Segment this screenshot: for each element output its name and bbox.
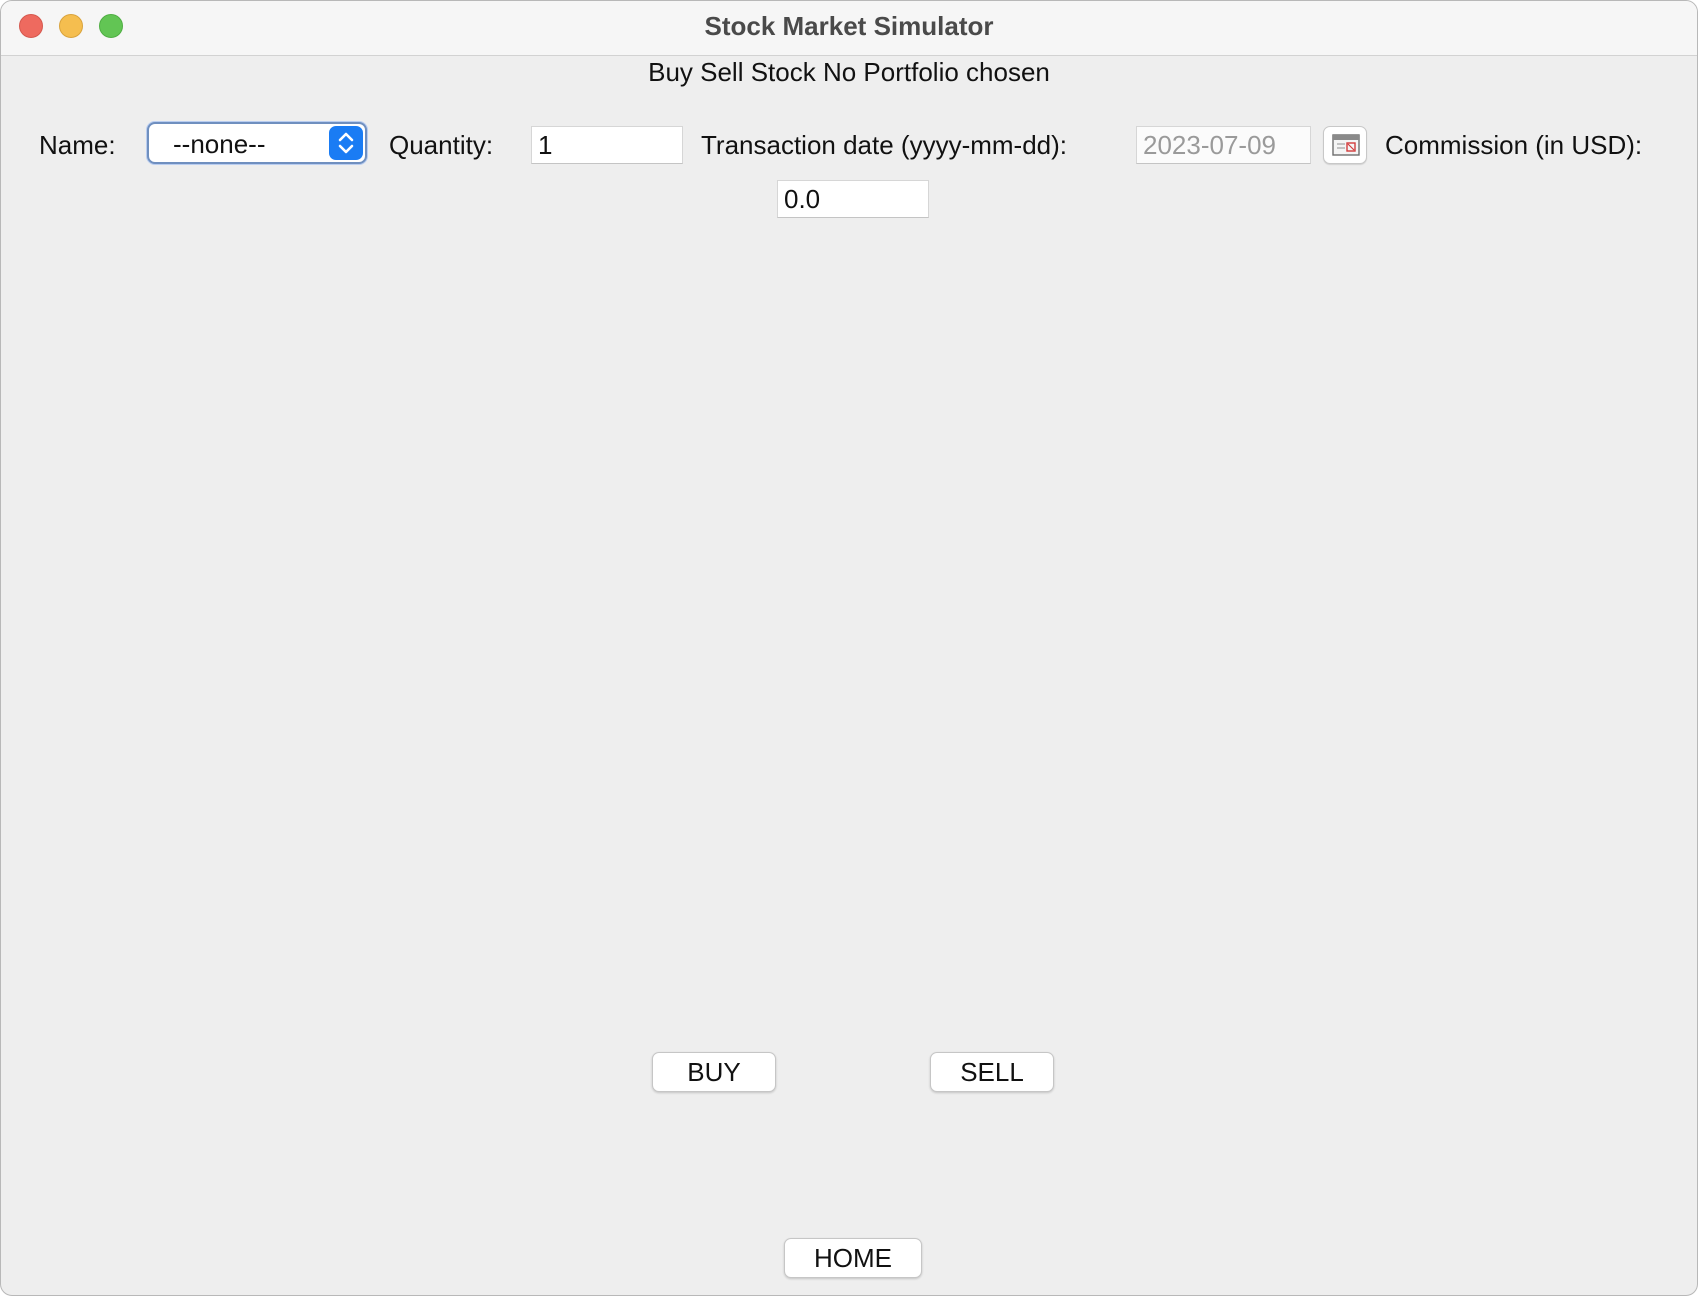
stock-name-selected-value: --none-- <box>173 129 266 159</box>
commission-label: Commission (in USD): <box>1385 130 1643 160</box>
page-subtitle: Buy Sell Stock No Portfolio chosen <box>648 57 1050 87</box>
quantity-label: Quantity: <box>389 130 494 160</box>
quantity-field[interactable]: 1 <box>531 126 683 164</box>
commission-field[interactable]: 0.0 <box>777 180 929 218</box>
buy-button[interactable]: BUY <box>652 1052 776 1092</box>
date-picker-button[interactable] <box>1323 126 1367 164</box>
home-button[interactable]: HOME <box>784 1238 922 1278</box>
app-window: Stock Market Simulator Buy Sell Stock No… <box>0 0 1698 1296</box>
transaction-date-label: Transaction date (yyyy-mm-dd): <box>701 130 1068 160</box>
calendar-icon <box>1332 134 1360 156</box>
chevron-up-down-icon <box>329 126 363 160</box>
stock-name-select[interactable]: --none-- <box>147 122 367 164</box>
transaction-date-field[interactable]: 2023-07-09 <box>1136 126 1311 164</box>
title-bar[interactable]: Stock Market Simulator <box>1 1 1697 56</box>
name-label: Name: <box>39 130 116 160</box>
window-title: Stock Market Simulator <box>704 11 994 41</box>
sell-button[interactable]: SELL <box>930 1052 1054 1092</box>
